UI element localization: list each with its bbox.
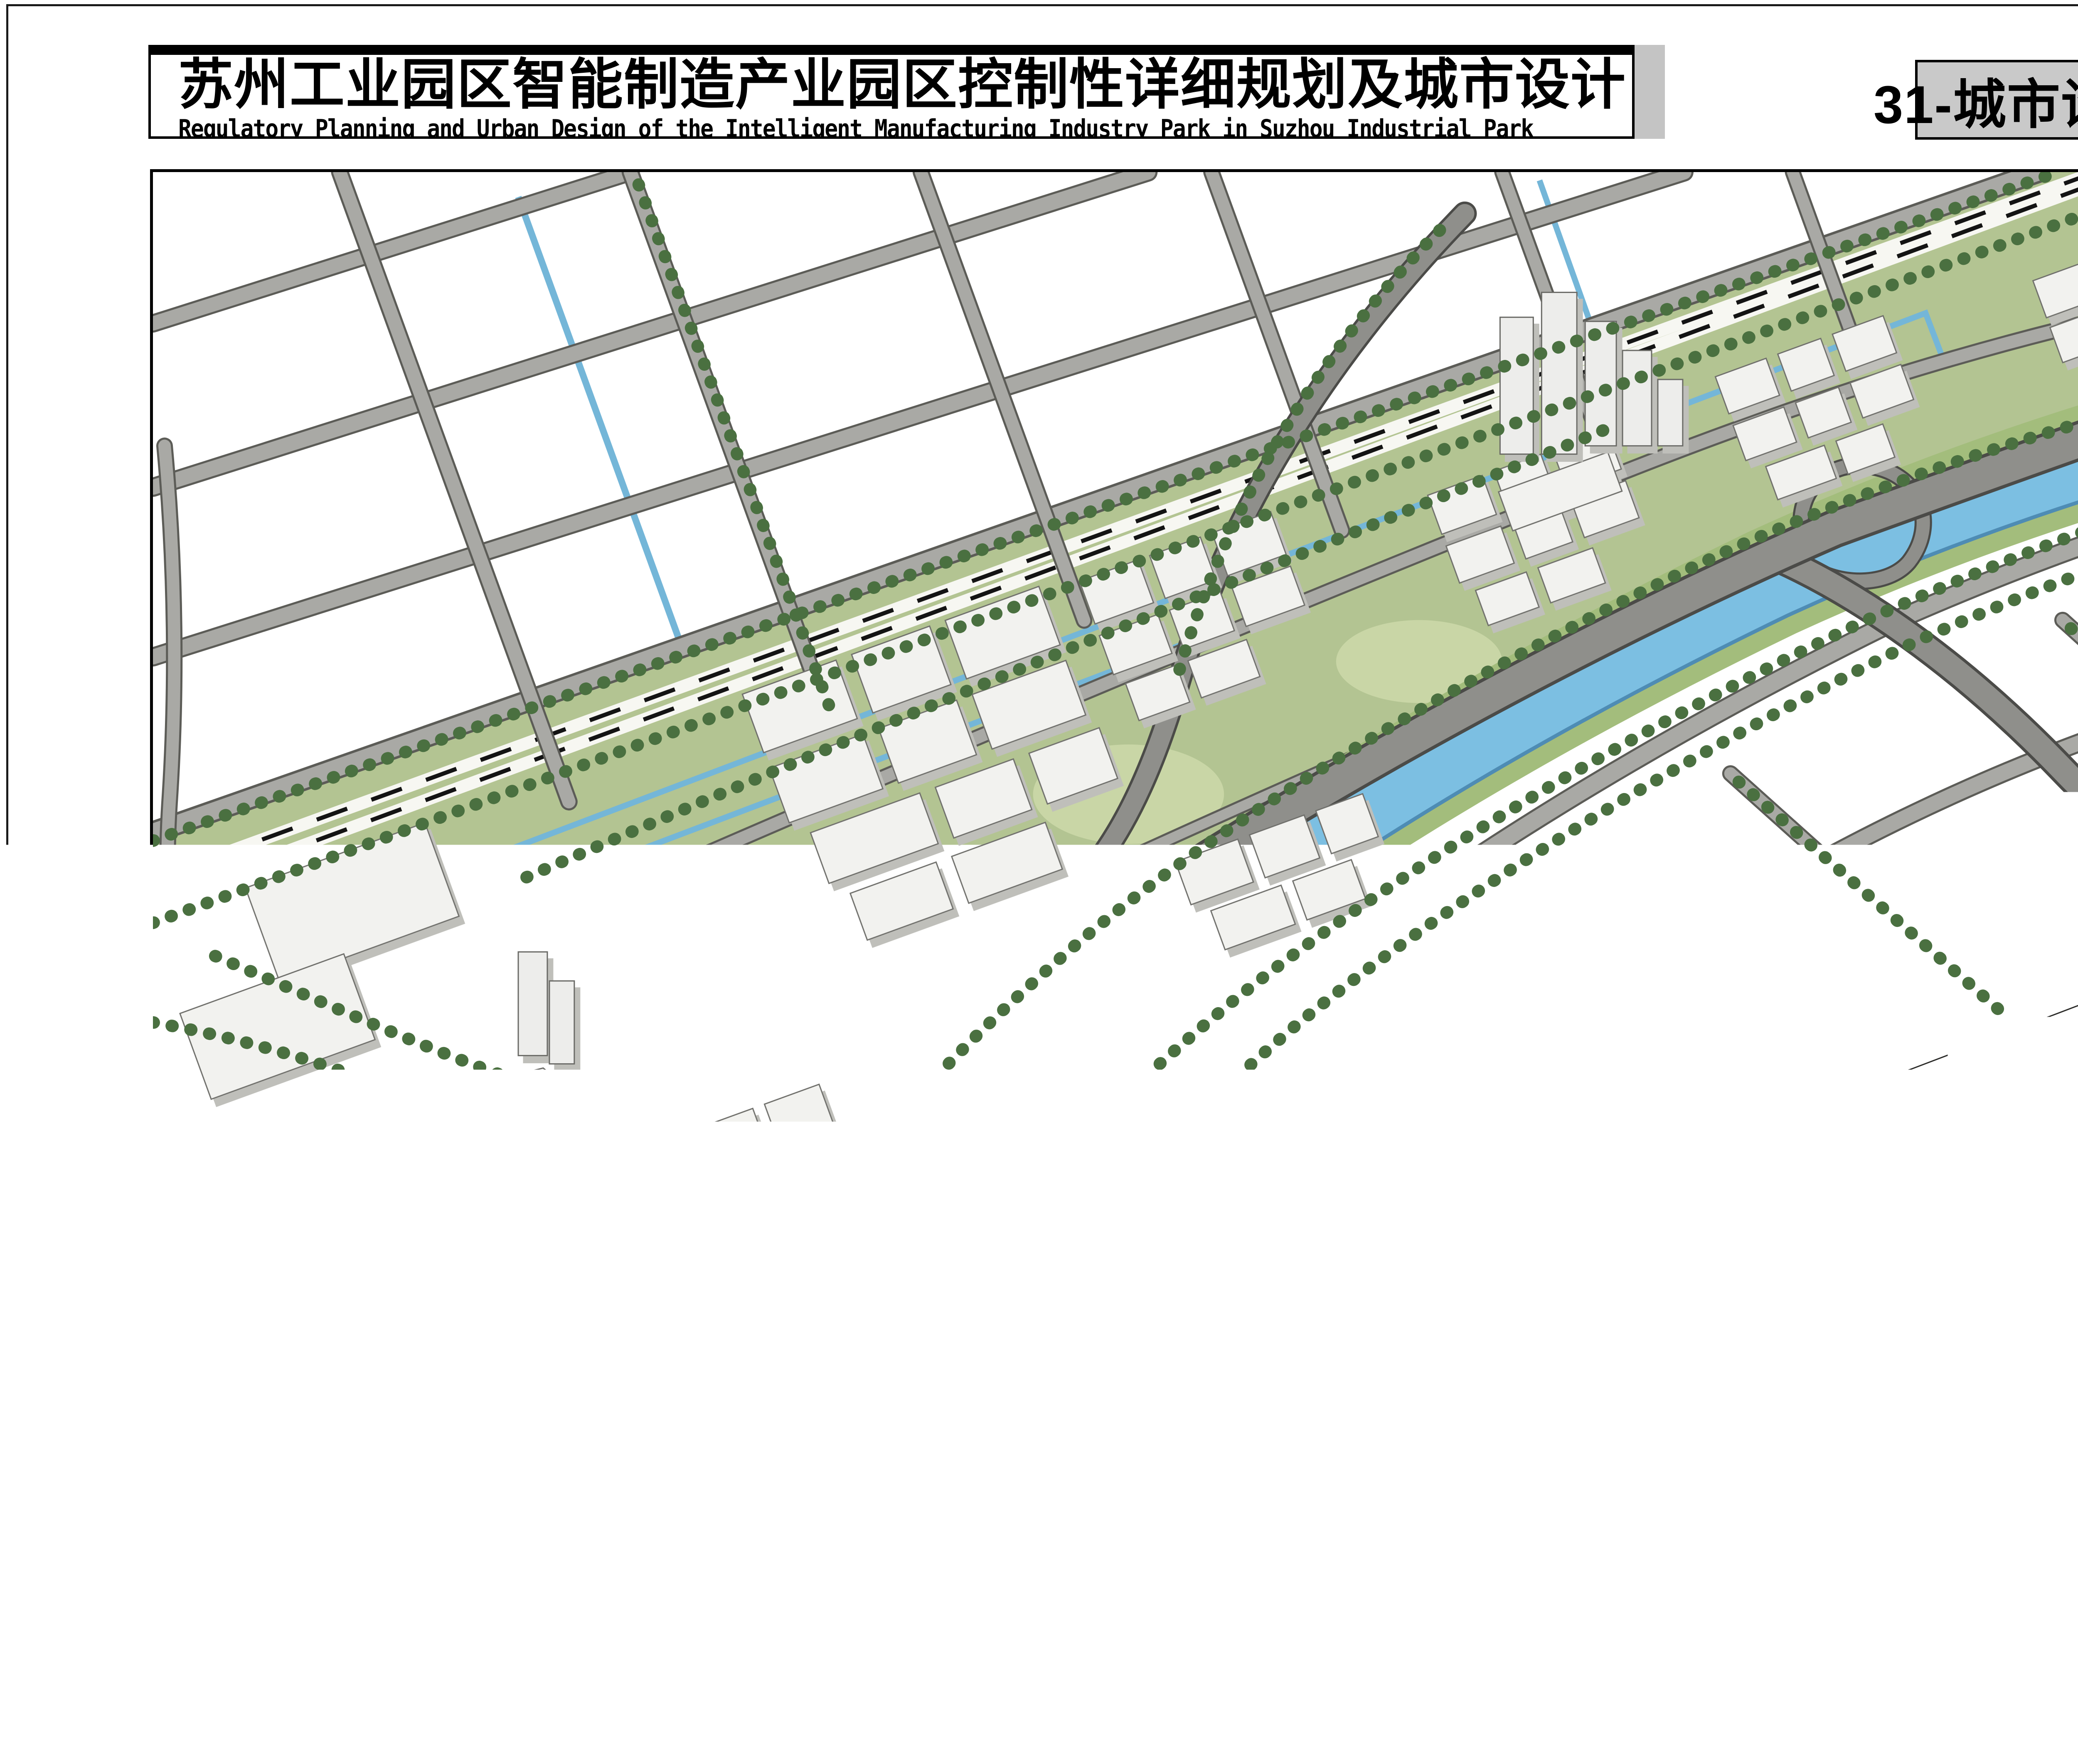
aerial-rendering (153, 172, 2078, 1384)
footer-gray-bar (153, 1683, 2078, 1709)
title-block-shadow (1633, 45, 1665, 139)
project-title-english: Regulatory Planning and Urban Design of … (178, 115, 1632, 139)
project-title-chinese: 苏州工业园区智能制造产业园区控制性详细规划及城市设计 (178, 56, 1632, 114)
jsupdi-logo-icon: JP (1475, 1638, 1514, 1680)
sheet-number-label: 31-城市设计三维鸟瞰图 (1915, 60, 2078, 140)
aerial-view-frame (150, 169, 2078, 1387)
pond (389, 1199, 448, 1236)
sheet-left-edge-line (6, 4, 8, 1759)
credit-text: 江苏省城市规划设计研究院 江苏省城市交通规划研究中心 (1529, 1635, 2078, 1684)
footer-credit: JP 江苏省城市规划设计研究院 江苏省城市交通规划研究中心 (1475, 1638, 2078, 1680)
notes-box (150, 1391, 2078, 1638)
aerial-model (153, 172, 2078, 1384)
title-block: 苏州工业园区智能制造产业园区控制性详细规划及城市设计 Regulatory Pl… (148, 45, 1635, 139)
sheet-bottom-edge-line (0, 1759, 2078, 1764)
drawing-sheet: 苏州工业园区智能制造产业园区控制性详细规划及城市设计 Regulatory Pl… (0, 0, 2078, 1764)
sheet-top-edge-line (6, 4, 2078, 6)
logo-foot (1477, 1664, 1484, 1673)
